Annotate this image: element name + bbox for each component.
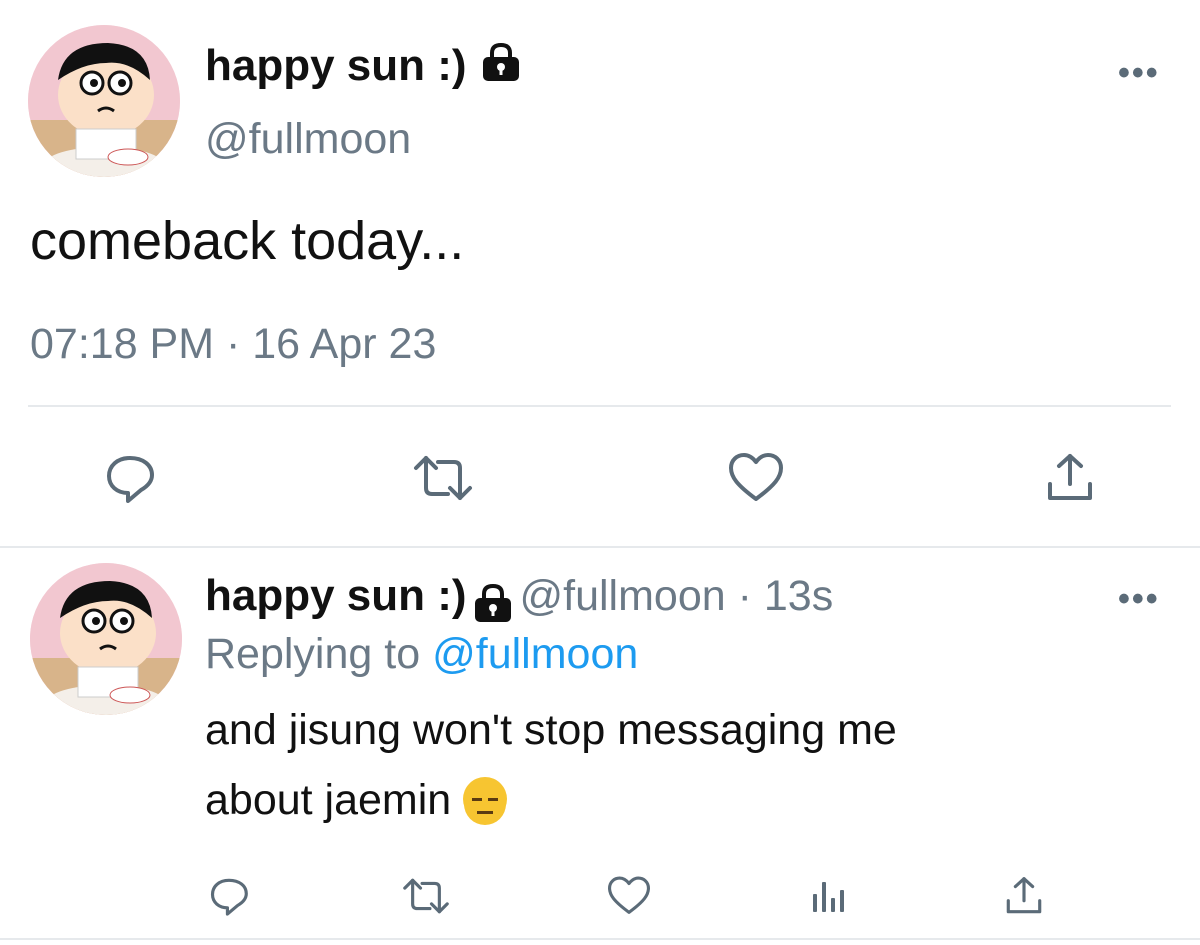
reply-text-line: and jisung won't stop messaging me bbox=[205, 706, 897, 754]
reply-icon[interactable] bbox=[100, 448, 160, 508]
display-name-text[interactable]: happy sun :) bbox=[205, 571, 467, 620]
more-icon[interactable]: ••• bbox=[1118, 580, 1160, 619]
tweet-text: comeback today... bbox=[30, 211, 465, 271]
timestamp[interactable]: 07:18 PM · 16 Apr 23 bbox=[30, 320, 436, 369]
display-name[interactable]: happy sun :) bbox=[205, 40, 523, 94]
divider bbox=[0, 546, 1200, 548]
views-icon[interactable] bbox=[804, 872, 852, 920]
avatar-image bbox=[28, 25, 180, 177]
divider bbox=[28, 405, 1171, 407]
reply-icon[interactable] bbox=[205, 872, 253, 920]
more-icon[interactable]: ••• bbox=[1118, 54, 1160, 93]
retweet-icon[interactable] bbox=[398, 872, 454, 920]
lock-icon bbox=[471, 583, 515, 628]
replying-prefix: Replying to bbox=[205, 630, 421, 678]
heart-icon[interactable] bbox=[604, 872, 654, 920]
divider bbox=[0, 938, 1200, 940]
reply-text-line2: about jaemin bbox=[205, 776, 452, 824]
heart-icon[interactable] bbox=[725, 448, 787, 508]
avatar[interactable] bbox=[28, 25, 180, 177]
avatar-image bbox=[30, 563, 182, 715]
reply-text: and jisung won't stop messaging me about… bbox=[205, 695, 897, 835]
display-name-text[interactable]: happy sun :) bbox=[205, 41, 467, 90]
reply-text-line: about jaemin bbox=[205, 765, 897, 835]
handle-time[interactable]: @fullmoon · 13s bbox=[519, 572, 833, 620]
lock-icon bbox=[479, 42, 523, 94]
share-icon[interactable] bbox=[1000, 872, 1048, 920]
replying-to-link[interactable]: @fullmoon bbox=[432, 630, 638, 678]
retweet-icon[interactable] bbox=[408, 448, 478, 508]
avatar[interactable] bbox=[30, 563, 182, 715]
share-icon[interactable] bbox=[1040, 448, 1100, 508]
handle[interactable]: @fullmoon bbox=[205, 115, 411, 164]
replying-to: Replying to @fullmoon bbox=[205, 630, 638, 679]
expressionless-face-icon bbox=[463, 776, 508, 825]
reply-header: happy sun :) @fullmoon · 13s bbox=[205, 570, 833, 628]
